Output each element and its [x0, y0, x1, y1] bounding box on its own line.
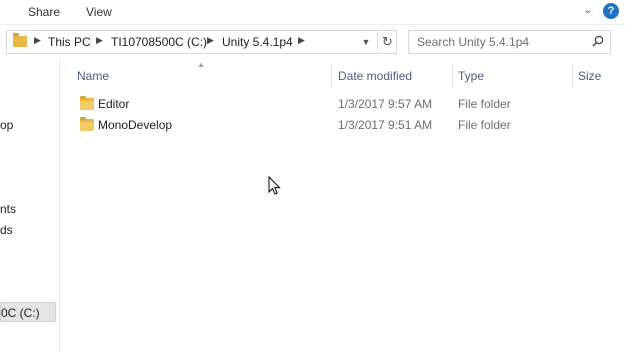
- help-icon[interactable]: ?: [603, 3, 619, 19]
- search-input[interactable]: Search Unity 5.4.1p4: [417, 35, 529, 49]
- search-box[interactable]: Search Unity 5.4.1p4: [408, 30, 611, 54]
- column-divider[interactable]: [331, 64, 332, 88]
- file-date: 1/3/2017 9:57 AM: [338, 97, 433, 111]
- column-header-date-modified[interactable]: Date modified: [338, 69, 412, 83]
- folder-icon: [13, 33, 27, 47]
- breadcrumb-unity-folder[interactable]: Unity 5.4.1p4: [222, 35, 293, 49]
- file-type: File folder: [458, 118, 511, 132]
- nav-item-desktop[interactable]: op: [0, 118, 13, 132]
- file-type: File folder: [458, 97, 511, 111]
- chevron-right-icon[interactable]: ▶: [298, 35, 305, 46]
- ribbon-bar: Share View ⌄ ?: [0, 0, 625, 25]
- file-date: 1/3/2017 9:51 AM: [338, 118, 433, 132]
- folder-icon: [80, 117, 94, 131]
- column-header-type[interactable]: Type: [458, 69, 484, 83]
- list-item-editor[interactable]: Editor 1/3/2017 9:57 AM File folder: [76, 94, 616, 114]
- column-header-size[interactable]: Size: [578, 69, 601, 83]
- column-header-name[interactable]: Name: [77, 69, 109, 83]
- column-divider[interactable]: [452, 64, 453, 88]
- tab-view[interactable]: View: [86, 5, 112, 19]
- nav-item-documents[interactable]: nts: [0, 202, 16, 216]
- search-icon[interactable]: [592, 35, 604, 47]
- folder-icon: [80, 96, 94, 110]
- chevron-right-icon[interactable]: ▶: [34, 35, 41, 46]
- nav-item-label: 0C (C:): [1, 306, 40, 320]
- breadcrumb-drive[interactable]: TI10708500C (C:): [111, 35, 207, 49]
- chevron-down-icon[interactable]: ⌄: [583, 3, 592, 16]
- chevron-right-icon[interactable]: ▶: [96, 35, 103, 46]
- sort-up-icon: ▲: [197, 60, 205, 69]
- refresh-icon[interactable]: ↻: [377, 31, 397, 53]
- list-item-monodevelop[interactable]: MonoDevelop 1/3/2017 9:51 AM File folder: [76, 115, 616, 135]
- mouse-cursor-icon: [268, 176, 281, 195]
- address-bar[interactable]: ▶ This PC ▶ TI10708500C (C:) ▶ Unity 5.4…: [6, 30, 397, 54]
- column-divider[interactable]: [572, 64, 573, 88]
- navigation-pane: op nts ds 0C (C:): [0, 60, 60, 352]
- breadcrumb-this-pc[interactable]: This PC: [48, 35, 91, 49]
- chevron-right-icon[interactable]: ▶: [207, 35, 214, 46]
- nav-item-downloads[interactable]: ds: [0, 223, 13, 237]
- file-name: Editor: [98, 97, 130, 111]
- nav-item-drive-selected[interactable]: 0C (C:): [0, 302, 56, 322]
- file-name: MonoDevelop: [98, 118, 173, 132]
- tab-share[interactable]: Share: [28, 5, 60, 19]
- chevron-down-icon[interactable]: ▼: [357, 31, 375, 53]
